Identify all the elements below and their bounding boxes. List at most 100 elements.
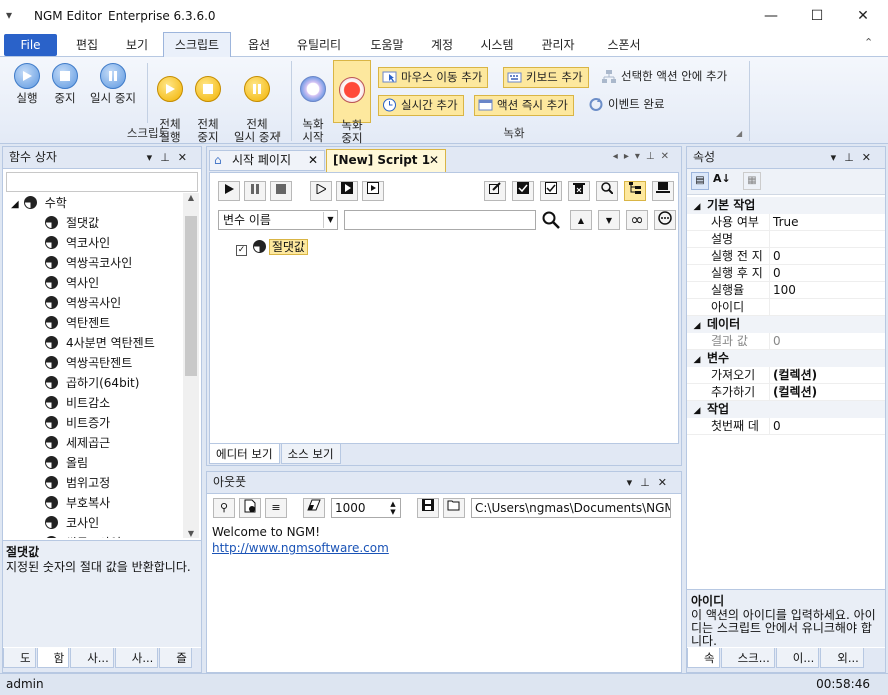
panel-dropdown-icon[interactable]: ▾: [627, 476, 641, 489]
panel-dropdown-icon[interactable]: ▾: [147, 151, 161, 164]
editor-run-button[interactable]: [218, 181, 240, 201]
output-new-file-button[interactable]: [239, 498, 261, 518]
property-row[interactable]: 가져오기 (컬렉션): [687, 367, 885, 384]
run-button[interactable]: 실행: [8, 63, 46, 105]
tab-script-1[interactable]: [New] Script 1 ✕: [326, 149, 446, 172]
function-item[interactable]: 역사인: [7, 273, 183, 293]
output-path-field[interactable]: C:\Users\ngmas\Documents\NGM6\: [471, 498, 671, 518]
property-category[interactable]: ◢ 데이터: [687, 316, 885, 333]
tab-list-icon[interactable]: ▾: [635, 151, 646, 162]
check-all-button[interactable]: [512, 181, 534, 201]
tab-properties[interactable]: 속: [687, 648, 720, 668]
run-from-here-button[interactable]: [336, 181, 358, 201]
chevron-down-icon[interactable]: ▼: [323, 212, 337, 228]
function-item[interactable]: 범위고정: [7, 473, 183, 493]
tab-functions[interactable]: 함: [36, 648, 70, 668]
add-realtime-button[interactable]: 실시간 추가: [378, 95, 464, 116]
screen-button[interactable]: [652, 181, 674, 201]
tab-scripts[interactable]: 스크...: [720, 648, 775, 668]
tab-editor-view[interactable]: 에디터 보기: [209, 444, 280, 464]
pin-icon[interactable]: ⊥: [844, 151, 862, 164]
property-row[interactable]: 실행 후 지0: [687, 265, 885, 282]
menu-view[interactable]: 보기: [113, 33, 161, 58]
tab-external[interactable]: 외...: [820, 648, 864, 668]
variable-search-icon[interactable]: [542, 211, 560, 232]
close-button[interactable]: ✕: [840, 0, 886, 32]
property-value[interactable]: 0: [770, 248, 781, 264]
property-row[interactable]: 사용 여부 True: [687, 214, 885, 231]
categorized-view-icon[interactable]: ▤: [691, 172, 709, 190]
tab-source-view[interactable]: 소스 보기: [280, 444, 341, 464]
variable-search-input[interactable]: [344, 210, 536, 230]
property-value[interactable]: [770, 231, 773, 247]
minimize-button[interactable]: —: [748, 0, 794, 32]
scroll-down-icon[interactable]: ▼: [183, 529, 199, 538]
tab-start-page[interactable]: ⌂ 시작 페이지 ✕: [209, 150, 325, 171]
property-value[interactable]: 0: [770, 265, 781, 281]
property-category[interactable]: ◢ 작업: [687, 401, 885, 418]
panel-close-icon[interactable]: ✕: [658, 476, 675, 489]
function-item[interactable]: 올림: [7, 453, 183, 473]
pause-button[interactable]: 일시 중지: [84, 63, 142, 105]
function-item[interactable]: 역쌍곡사인: [7, 293, 183, 313]
function-item[interactable]: 비트감소: [7, 393, 183, 413]
tab-favorites[interactable]: 즐: [159, 648, 192, 668]
function-search-input[interactable]: [6, 172, 198, 192]
property-value[interactable]: 100: [770, 282, 796, 298]
tab-next-icon[interactable]: ▸: [624, 151, 635, 162]
tree-view-button[interactable]: [624, 181, 646, 201]
panel-dropdown-icon[interactable]: ▾: [831, 151, 845, 164]
menu-options[interactable]: 옵션: [236, 33, 282, 58]
add-action-now-button[interactable]: 액션 즉시 추가: [474, 95, 574, 116]
property-value[interactable]: True: [770, 214, 799, 230]
stepper-arrows-icon[interactable]: ▲ ▼: [387, 500, 399, 516]
scroll-thumb[interactable]: [185, 216, 197, 376]
tab-user-2[interactable]: 사...: [114, 648, 159, 668]
property-value[interactable]: (컬렉션): [770, 367, 817, 383]
tab-user-1[interactable]: 사...: [70, 648, 114, 668]
panel-close-icon[interactable]: ✕: [178, 151, 195, 164]
script-node[interactable]: ✓ 절댓값: [236, 238, 308, 256]
move-up-button[interactable]: ▲: [570, 210, 592, 230]
file-menu[interactable]: File: [4, 34, 57, 56]
property-row[interactable]: 첫번째 데0: [687, 418, 885, 435]
property-row[interactable]: 추가하기 (컬렉션): [687, 384, 885, 401]
stop-all-button[interactable]: 전체 중지: [189, 63, 227, 157]
output-wrap-button[interactable]: ≡: [265, 498, 287, 518]
tab-toolbox[interactable]: 도: [3, 648, 36, 668]
function-item[interactable]: 역쌍곡탄젠트: [7, 353, 183, 373]
output-clear-log-button[interactable]: ⚲: [213, 498, 235, 518]
function-item[interactable]: 역코사인: [7, 233, 183, 253]
property-value[interactable]: [770, 299, 773, 315]
function-tree-scrollbar[interactable]: ▲ ▼: [183, 193, 199, 538]
property-row[interactable]: 실행율 100: [687, 282, 885, 299]
pin-icon[interactable]: ⊥: [640, 476, 658, 489]
output-eraser-button[interactable]: [303, 498, 325, 518]
tab-prev-icon[interactable]: ◂: [613, 151, 624, 162]
function-item[interactable]: 절댓값: [7, 213, 183, 233]
pause-all-button[interactable]: 전체 일시 중지: [228, 63, 286, 157]
record-stop-button[interactable]: 녹화 중지: [333, 60, 371, 145]
output-save-button[interactable]: [417, 498, 439, 518]
script-group-launcher-icon[interactable]: ◢: [274, 129, 280, 138]
search-button[interactable]: [596, 181, 618, 201]
delete-button[interactable]: [568, 181, 590, 201]
doc-pin-icon[interactable]: ⊥: [646, 151, 661, 162]
edit-script-button[interactable]: [484, 181, 506, 201]
editor-stop-button[interactable]: [270, 181, 292, 201]
menu-system[interactable]: 시스템: [468, 33, 526, 58]
menu-utility[interactable]: 유틸리티: [283, 33, 355, 58]
output-link[interactable]: http://www.ngmsoftware.com: [212, 541, 389, 555]
run-all-button[interactable]: 전체 실행: [151, 63, 189, 157]
record-start-button[interactable]: 녹화 시작: [296, 63, 330, 157]
function-item[interactable]: 비트증가: [7, 413, 183, 433]
function-item[interactable]: 부호복사: [7, 493, 183, 513]
function-item[interactable]: 4사분면 역탄젠트: [7, 333, 183, 353]
check-button[interactable]: [540, 181, 562, 201]
menu-account[interactable]: 계정: [420, 33, 464, 58]
output-line-limit-stepper[interactable]: 1000 ▲ ▼: [331, 498, 401, 518]
menu-sponsor[interactable]: 스폰서: [592, 33, 656, 58]
function-item[interactable]: 곱하기(64bit): [7, 373, 183, 393]
property-value[interactable]: 0: [770, 418, 781, 434]
property-value[interactable]: 0: [770, 333, 781, 349]
